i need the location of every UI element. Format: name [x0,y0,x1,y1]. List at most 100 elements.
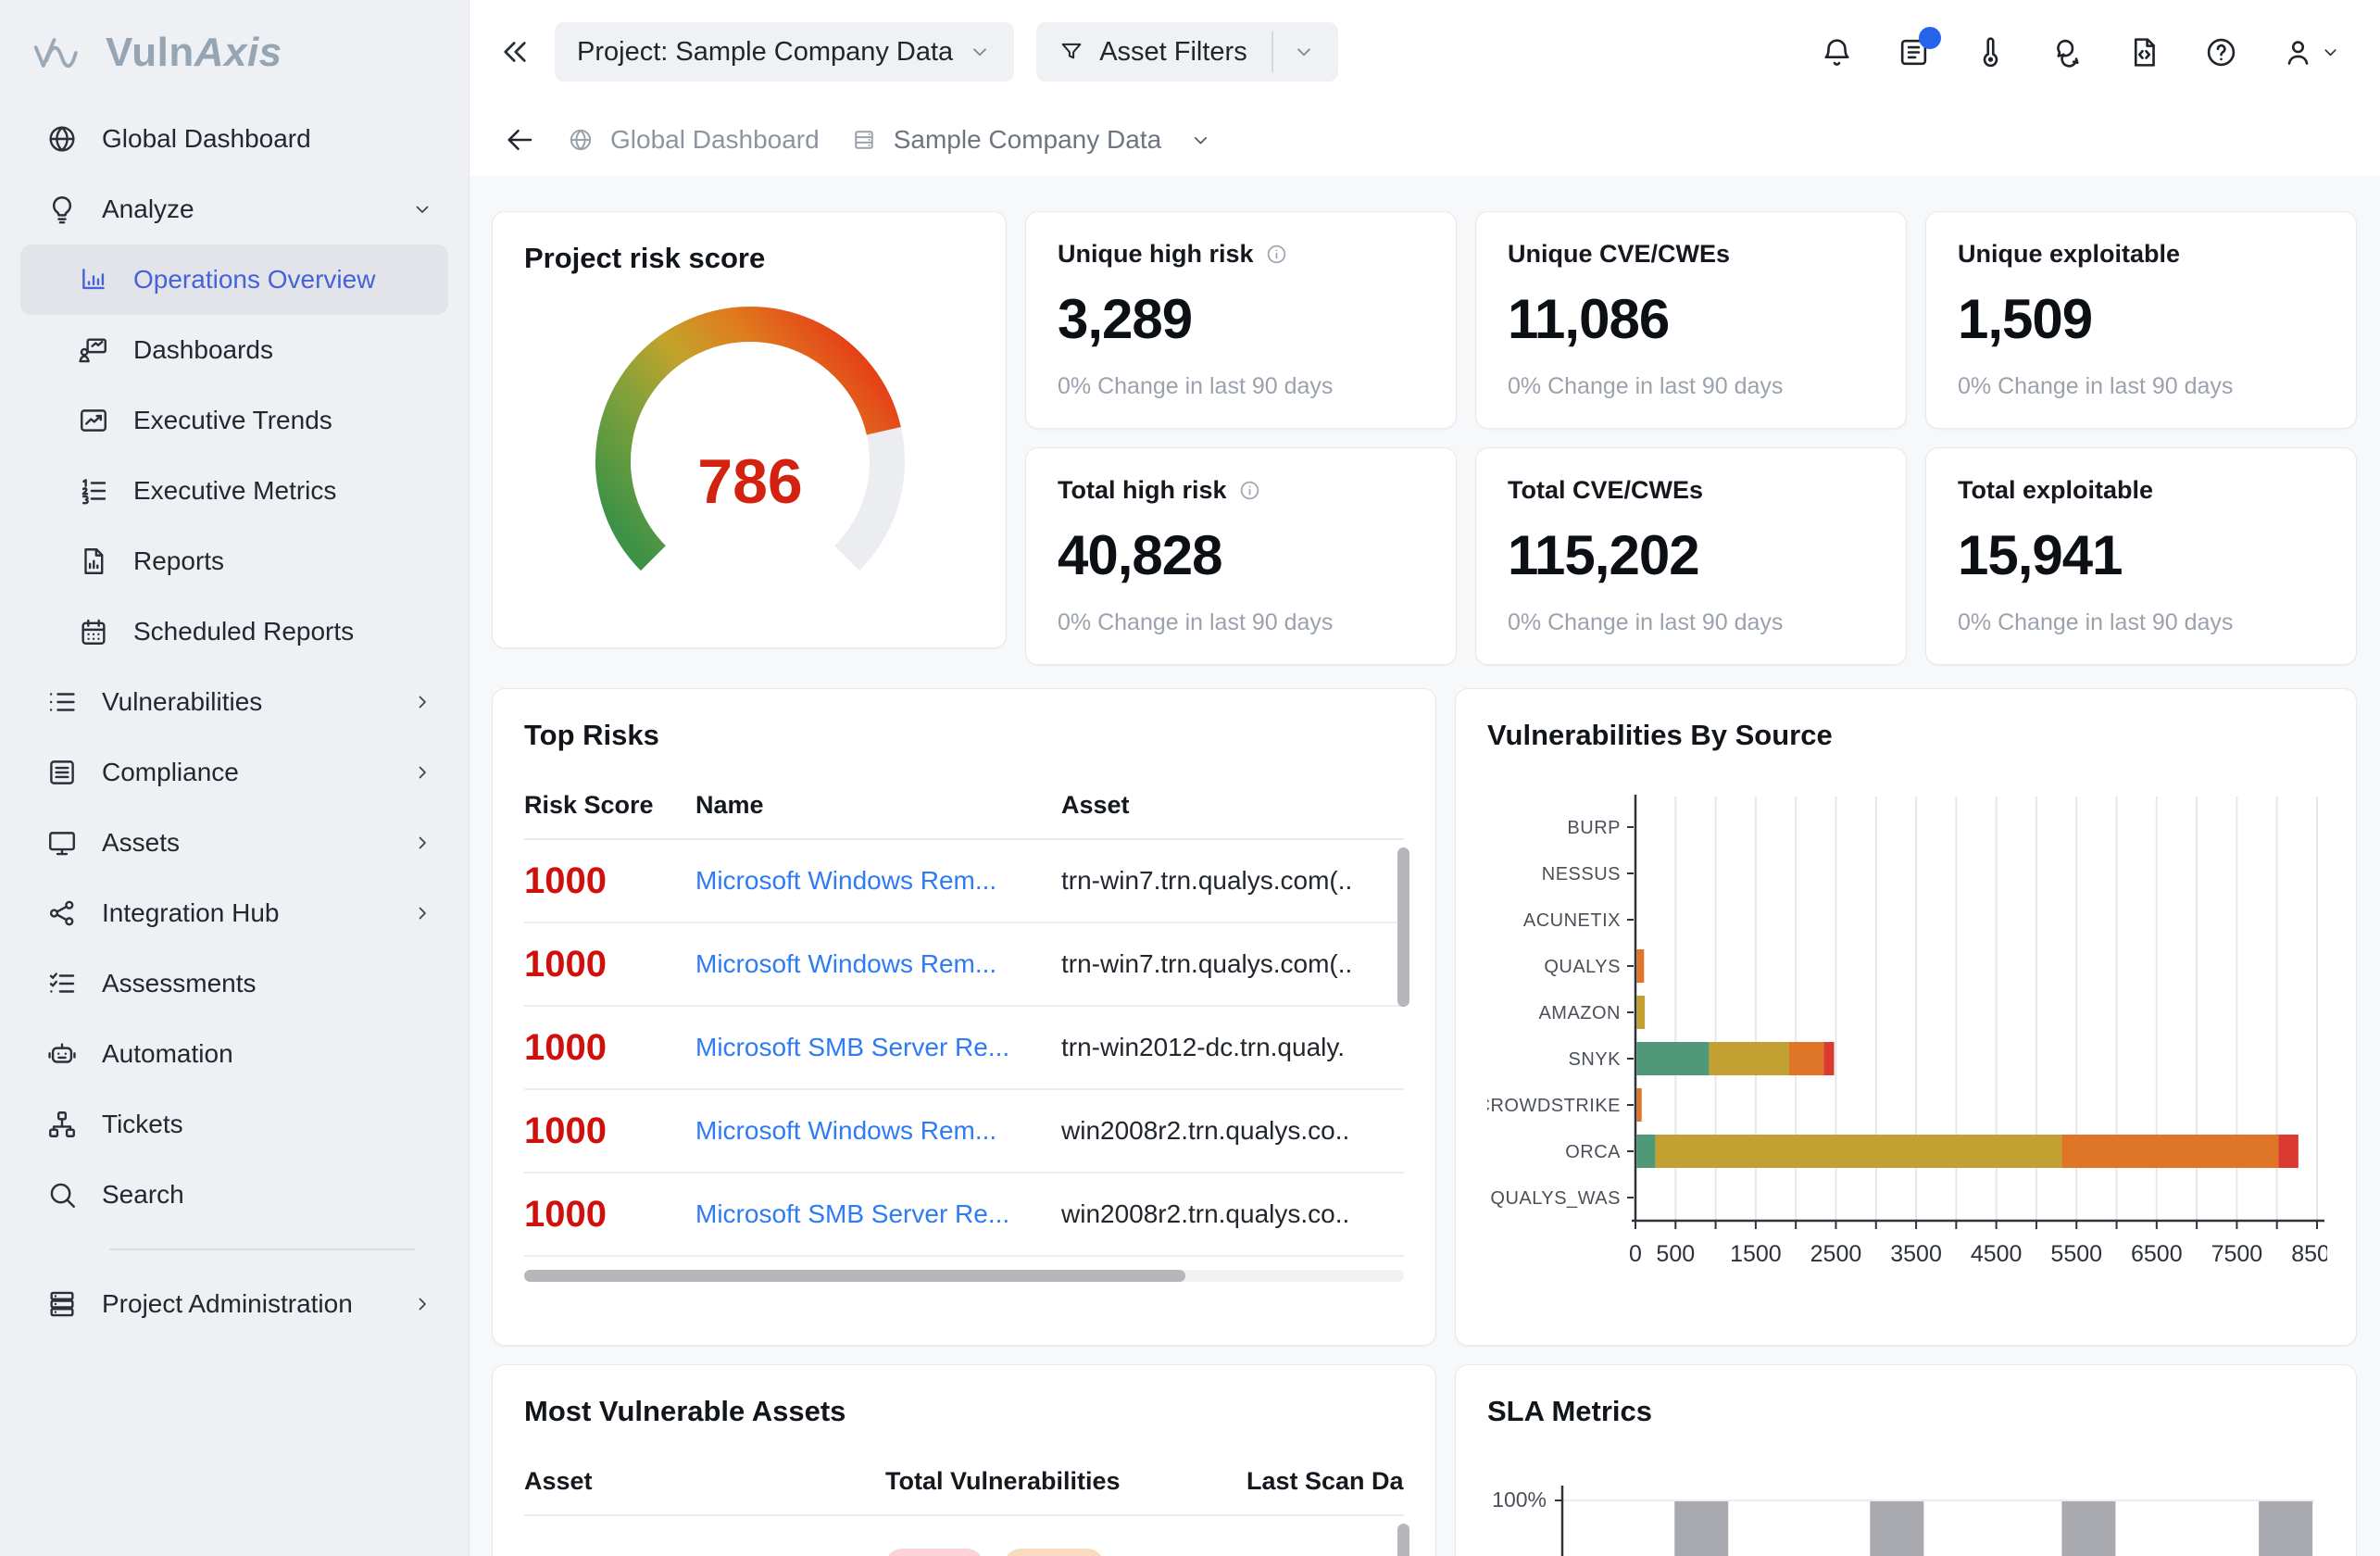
project-selector-button[interactable]: Project: Sample Company Data [555,22,1014,82]
vulnerability-link[interactable]: Microsoft SMB Server Re... [695,1199,1009,1228]
risk-score-cell: 1000 [524,860,695,902]
sidebar-item-label: Project Administration [102,1289,353,1319]
thermometer-button[interactable] [1973,35,2008,69]
stat-card: Total high risk40,8280% Change in last 9… [1025,447,1457,665]
sidebar-item-search[interactable]: Search [20,1160,448,1230]
notes-button[interactable] [1897,35,1931,69]
chevron-right-icon [411,1293,433,1315]
stat-value: 11,086 [1508,287,1874,351]
vertical-scrollbar[interactable] [1397,847,1409,1007]
sidebar-item-label: Search [102,1180,184,1210]
bottom-row: Most Vulnerable Assets Asset Total Vulne… [492,1364,2357,1556]
code-file-button[interactable] [2127,35,2161,69]
stat-label-text: Total high risk [1058,476,1227,505]
stat-label-text: Unique exploitable [1958,240,2180,269]
bar-segment-green [1637,1042,1710,1075]
gauge-value-arc [613,324,883,558]
total-vulnerabilities-cell: 2063428 [885,1549,1246,1556]
chevron-down-icon[interactable] [1292,40,1316,64]
name-cell: Microsoft Windows Rem... [695,949,1061,979]
x-tick-label: 500 [1656,1241,1695,1267]
vulnerability-link[interactable]: Microsoft Windows Rem... [695,1116,996,1145]
vulnerability-link[interactable]: Microsoft SMB Server Re... [695,1033,1009,1061]
globe-icon [46,123,78,155]
most-vulnerable-rows: ip-172-31-48-81.ec2.inte...20634282025-0… [524,1516,1404,1556]
list-icon [46,686,78,718]
sidebar-item-analyze[interactable]: Analyze [20,174,448,245]
horizontal-scrollbar[interactable] [524,1270,1185,1282]
stat-change: 0% Change in last 90 days [1058,609,1424,636]
sidebar-item-dashboards[interactable]: Dashboards [20,315,448,385]
bell-icon [1820,35,1854,69]
help-icon [2204,35,2238,69]
sidebar-item-label: Reports [133,546,224,576]
sidebar-item-assessments[interactable]: Assessments [20,948,448,1019]
sidebar-item-global-dashboard[interactable]: Global Dashboard [20,104,448,174]
sidebar-item-vulnerabilities[interactable]: Vulnerabilities [20,667,448,737]
stat-change: 0% Change in last 90 days [1508,609,1874,636]
stat-label-text: Unique high risk [1058,240,1254,269]
stat-value: 15,941 [1958,523,2324,587]
stat-value: 115,202 [1508,523,1874,587]
sidebar-item-executive-metrics[interactable]: Executive Metrics [20,456,448,526]
column-name: Name [695,791,1061,820]
risk-score-cell: 1000 [524,1027,695,1069]
sla-metrics-card: SLA Metrics 100% [1455,1364,2357,1556]
x-tick-label: 2500 [1810,1241,1862,1267]
user-button[interactable] [2281,35,2341,69]
sidebar-item-integration-hub[interactable]: Integration Hub [20,878,448,948]
sidebar-divider [109,1249,415,1250]
collapse-sidebar-button[interactable] [497,34,532,69]
search-icon [46,1179,78,1211]
bar-segment-orange [2061,1135,2278,1168]
calendar-icon [78,616,109,647]
vuln-by-source-chart: BURPNESSUSACUNETIXQUALYSAMAZONSNYKCROWDS… [1487,789,2327,1280]
breadcrumb: Global Dashboard Sample Company Data [470,104,2380,176]
sidebar-item-project-administration[interactable]: Project Administration [20,1269,448,1339]
risk-score-cell: 1000 [524,944,695,985]
stat-label: Unique high risk [1058,240,1424,269]
breadcrumb-project[interactable]: Sample Company Data [894,125,1161,155]
category-label: CROWDSTRIKE [1487,1096,1621,1116]
sidebar-item-reports[interactable]: Reports [20,526,448,596]
sidebar-item-tickets[interactable]: Tickets [20,1089,448,1160]
asset-filters-button[interactable]: Asset Filters [1036,22,1338,82]
back-button[interactable] [503,123,536,157]
name-cell: Microsoft Windows Rem... [695,866,1061,896]
project-risk-score-card: Project risk score 786 [492,211,1007,648]
vulnaxis-logo: VulnAxis [0,22,469,104]
breadcrumb-global-dashboard[interactable]: Global Dashboard [610,125,820,155]
stats-row: Project risk score 786 [492,211,2357,665]
chat-button[interactable] [2050,35,2085,69]
chevron-down-icon [2320,42,2341,63]
chevron-down-icon [968,40,992,64]
vulnerability-link[interactable]: Microsoft Windows Rem... [695,949,996,978]
vulnerabilities-by-source-card: Vulnerabilities By Source BURPNESSUSACUN… [1455,688,2357,1346]
y-tick-label: 100% [1492,1487,1547,1512]
bell-button[interactable] [1820,35,1854,69]
sidebar-item-operations-overview[interactable]: Operations Overview [20,245,448,315]
x-tick-label: 1500 [1730,1241,1782,1267]
name-cell: Microsoft SMB Server Re... [695,1033,1061,1062]
stats-grid: Unique high risk3,2890% Change in last 9… [1025,211,2357,665]
sidebar-item-assets[interactable]: Assets [20,808,448,878]
name-cell: Microsoft Windows Rem... [695,1116,1061,1146]
sidebar-item-automation[interactable]: Automation [20,1019,448,1089]
stat-label: Total high risk [1058,476,1424,505]
x-tick-label: 3500 [1890,1241,1942,1267]
chevron-down-icon[interactable] [1189,129,1212,152]
vulnerability-link[interactable]: Microsoft Windows Rem... [695,866,996,895]
sidebar-item-scheduled-reports[interactable]: Scheduled Reports [20,596,448,667]
vertical-scrollbar[interactable] [1397,1524,1409,1556]
sidebar-item-executive-trends[interactable]: Executive Trends [20,385,448,456]
stat-label: Unique exploitable [1958,240,2324,269]
sidebar-item-label: Dashboards [133,335,273,365]
sidebar-item-label: Executive Metrics [133,476,336,506]
sidebar-item-compliance[interactable]: Compliance [20,737,448,808]
help-button[interactable] [2204,35,2238,69]
column-risk-score: Risk Score [524,791,695,820]
sidebar-item-label: Global Dashboard [102,124,311,154]
column-asset: Asset [524,1467,885,1496]
sla-bar [2061,1501,2115,1556]
table-row: 1000Microsoft SMB Server Re...trn-win201… [524,1007,1404,1090]
